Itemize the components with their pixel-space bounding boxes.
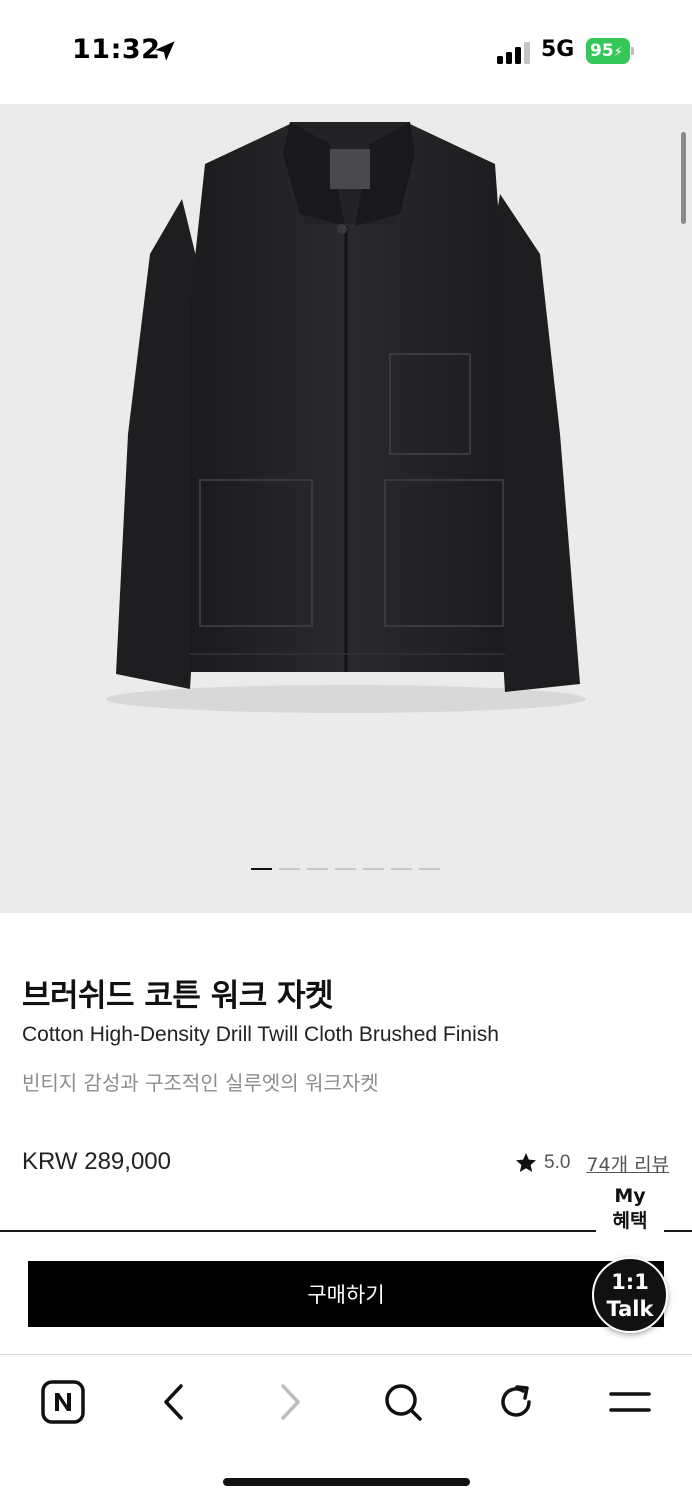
my-benefit-label-line2: 혜택 [612,1210,648,1232]
cellular-signal-icon [497,42,530,64]
naver-home-icon[interactable] [40,1379,86,1425]
product-price: KRW 289,000 [22,1148,171,1175]
star-icon [516,1153,536,1172]
product-image-jacket [106,122,586,713]
carousel-dot[interactable] [391,868,412,870]
home-indicator[interactable] [223,1478,470,1486]
status-time: 11:32 [72,34,161,65]
battery-icon: 95⚡ [586,38,634,64]
browser-toolbar [0,1354,692,1500]
product-description: 빈티지 감성과 구조적인 실루엣의 워크자켓 [22,1071,379,1095]
status-bar: 11:32 5G 95⚡ [0,0,692,104]
talk-label-line2: Talk [606,1297,654,1321]
divider [0,1230,692,1232]
product-image-carousel[interactable] [0,104,692,913]
rating-score: 5.0 [544,1152,571,1173]
buy-button[interactable]: 구매하기 [28,1261,664,1327]
battery-level: 95 [590,41,614,61]
review-count-link[interactable]: 74개 리뷰 [586,1150,669,1177]
carousel-dot[interactable] [279,868,300,870]
carousel-dot[interactable] [419,868,440,870]
product-rating: 5.0 74개 리뷰 [514,1150,669,1176]
product-subtitle: Cotton High-Density Drill Twill Cloth Br… [22,1023,499,1046]
refresh-icon[interactable] [493,1379,539,1425]
carousel-dot[interactable] [251,868,272,870]
forward-icon[interactable] [266,1379,312,1425]
carousel-dot[interactable] [335,868,356,870]
location-arrow-icon [155,41,175,61]
product-title: 브러쉬드 코튼 워크 자켓 [22,978,334,1014]
search-icon[interactable] [380,1379,426,1425]
talk-chat-button[interactable]: 1:1 Talk [592,1257,668,1333]
carousel-indicator[interactable] [251,868,443,872]
my-benefit-label-line1: My [614,1185,646,1207]
talk-label-line1: 1:1 [611,1270,649,1294]
back-icon[interactable] [152,1379,198,1425]
my-benefit-button[interactable]: My 혜택 [596,1184,664,1240]
page-scrollbar[interactable] [681,132,686,224]
network-type: 5G [541,37,575,62]
carousel-dot[interactable] [363,868,384,870]
carousel-dot[interactable] [307,868,328,870]
menu-icon[interactable] [607,1379,653,1425]
